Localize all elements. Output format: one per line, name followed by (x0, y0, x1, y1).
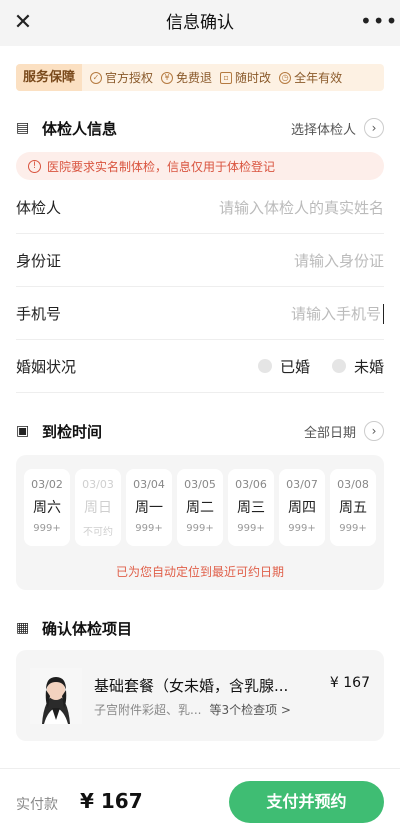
service-item-valid: ◷ 全年有效 (279, 69, 342, 86)
nearest-date-hint: 已为您自动定位到最近可约日期 (115, 565, 284, 579)
service-badge: 服务保障 (16, 64, 83, 91)
phone-label: 手机号 (16, 304, 62, 323)
id-label: 身份证 (16, 251, 62, 270)
package-more-link[interactable]: 等3个检查项 > (209, 703, 291, 717)
schedule-section-header: ▣ 到检时间 全部日期 › (16, 419, 384, 443)
service-item-refund: ¥ 免费退 (161, 69, 212, 86)
marital-option-single[interactable]: 未婚 (331, 356, 384, 377)
clock-icon: ◷ (279, 71, 292, 84)
realname-notice: ! 医院要求实名制体检，信息仅用于体检登记 (16, 152, 384, 180)
service-guarantee-bar: 服务保障 ✓ 官方授权 ¥ 免费退 ▫ 随时改 ◷ 全年有效 (16, 64, 384, 91)
service-item-change: ▫ 随时改 (220, 69, 271, 86)
date-chip: 03/03 周日 不可约 (75, 469, 121, 546)
marital-option-married[interactable]: 已婚 (257, 356, 310, 377)
date-chip[interactable]: 03/08 周五 999+ (330, 469, 376, 546)
id-input[interactable]: 请输入身份证 (294, 250, 384, 271)
package-photo (30, 668, 82, 724)
info-icon: ! (28, 159, 41, 173)
page-title: 信息确认 (166, 13, 234, 33)
radio-icon (257, 359, 272, 373)
package-items: 子宫附件彩超、乳... 等3个检查项 > (94, 703, 291, 717)
all-dates-button[interactable]: 全部日期 › (304, 419, 384, 443)
date-picker-card: 03/02 周六 999+ 03/03 周日 不可约 03/04 周一 999+… (16, 455, 384, 590)
radio-icon (331, 359, 346, 373)
package-name: 基础套餐（女未婚，含乳腺... (94, 677, 289, 695)
name-field-row[interactable]: 体检人 请输入体检人的真实姓名 (16, 181, 384, 234)
examinee-section-header: ▤ 体检人信息 选择体检人 › (16, 116, 384, 140)
phone-field-row[interactable]: 手机号 请输入手机号 (16, 287, 384, 340)
calendar-icon: ▫ (220, 71, 233, 84)
more-icon[interactable]: ••• (360, 8, 397, 34)
package-price: ¥ 167 (329, 675, 370, 691)
paid-amount: ¥ 167 (80, 789, 143, 813)
chevron-right-icon: › (364, 118, 384, 138)
date-chip[interactable]: 03/05 周二 999+ (177, 469, 223, 546)
id-field-row[interactable]: 身份证 请输入身份证 (16, 234, 384, 287)
date-chip[interactable]: 03/02 周六 999+ (24, 469, 70, 546)
calendar-check-icon: ▣ (16, 423, 30, 439)
grid-icon: ▦ (16, 620, 30, 636)
top-bar: ✕ 信息确认 ••• (0, 0, 400, 46)
pay-and-book-button[interactable]: 支付并预约 (229, 781, 384, 823)
schedule-section-title: 到检时间 (42, 422, 103, 441)
clipboard-icon: ▤ (16, 120, 30, 136)
chevron-right-icon: › (364, 421, 384, 441)
date-chip[interactable]: 03/04 周一 999+ (126, 469, 172, 546)
name-input[interactable]: 请输入体检人的真实姓名 (219, 197, 384, 218)
select-examinee-button[interactable]: 选择体检人 › (291, 116, 384, 140)
date-chip[interactable]: 03/06 周三 999+ (228, 469, 274, 546)
service-item-official: ✓ 官方授权 (90, 69, 153, 86)
package-card[interactable]: 基础套餐（女未婚，含乳腺... ¥ 167 子宫附件彩超、乳... 等3个检查项 … (16, 650, 384, 741)
date-chip[interactable]: 03/07 周四 999+ (279, 469, 325, 546)
shield-check-icon: ✓ (90, 71, 103, 84)
paid-label: 实付款 (16, 797, 58, 813)
phone-input[interactable]: 请输入手机号 (291, 303, 381, 324)
items-section-header: ▦ 确认体检项目 (16, 616, 384, 640)
name-label: 体检人 (16, 198, 62, 217)
marital-row: 婚姻状况 已婚 未婚 (16, 340, 384, 393)
refund-icon: ¥ (161, 71, 174, 84)
text-cursor (382, 304, 384, 324)
examinee-section-title: 体检人信息 (42, 119, 118, 138)
bottom-bar: 实付款 ¥ 167 支付并预约 (0, 768, 400, 833)
marital-label: 婚姻状况 (16, 357, 77, 376)
items-section-title: 确认体检项目 (42, 619, 133, 638)
